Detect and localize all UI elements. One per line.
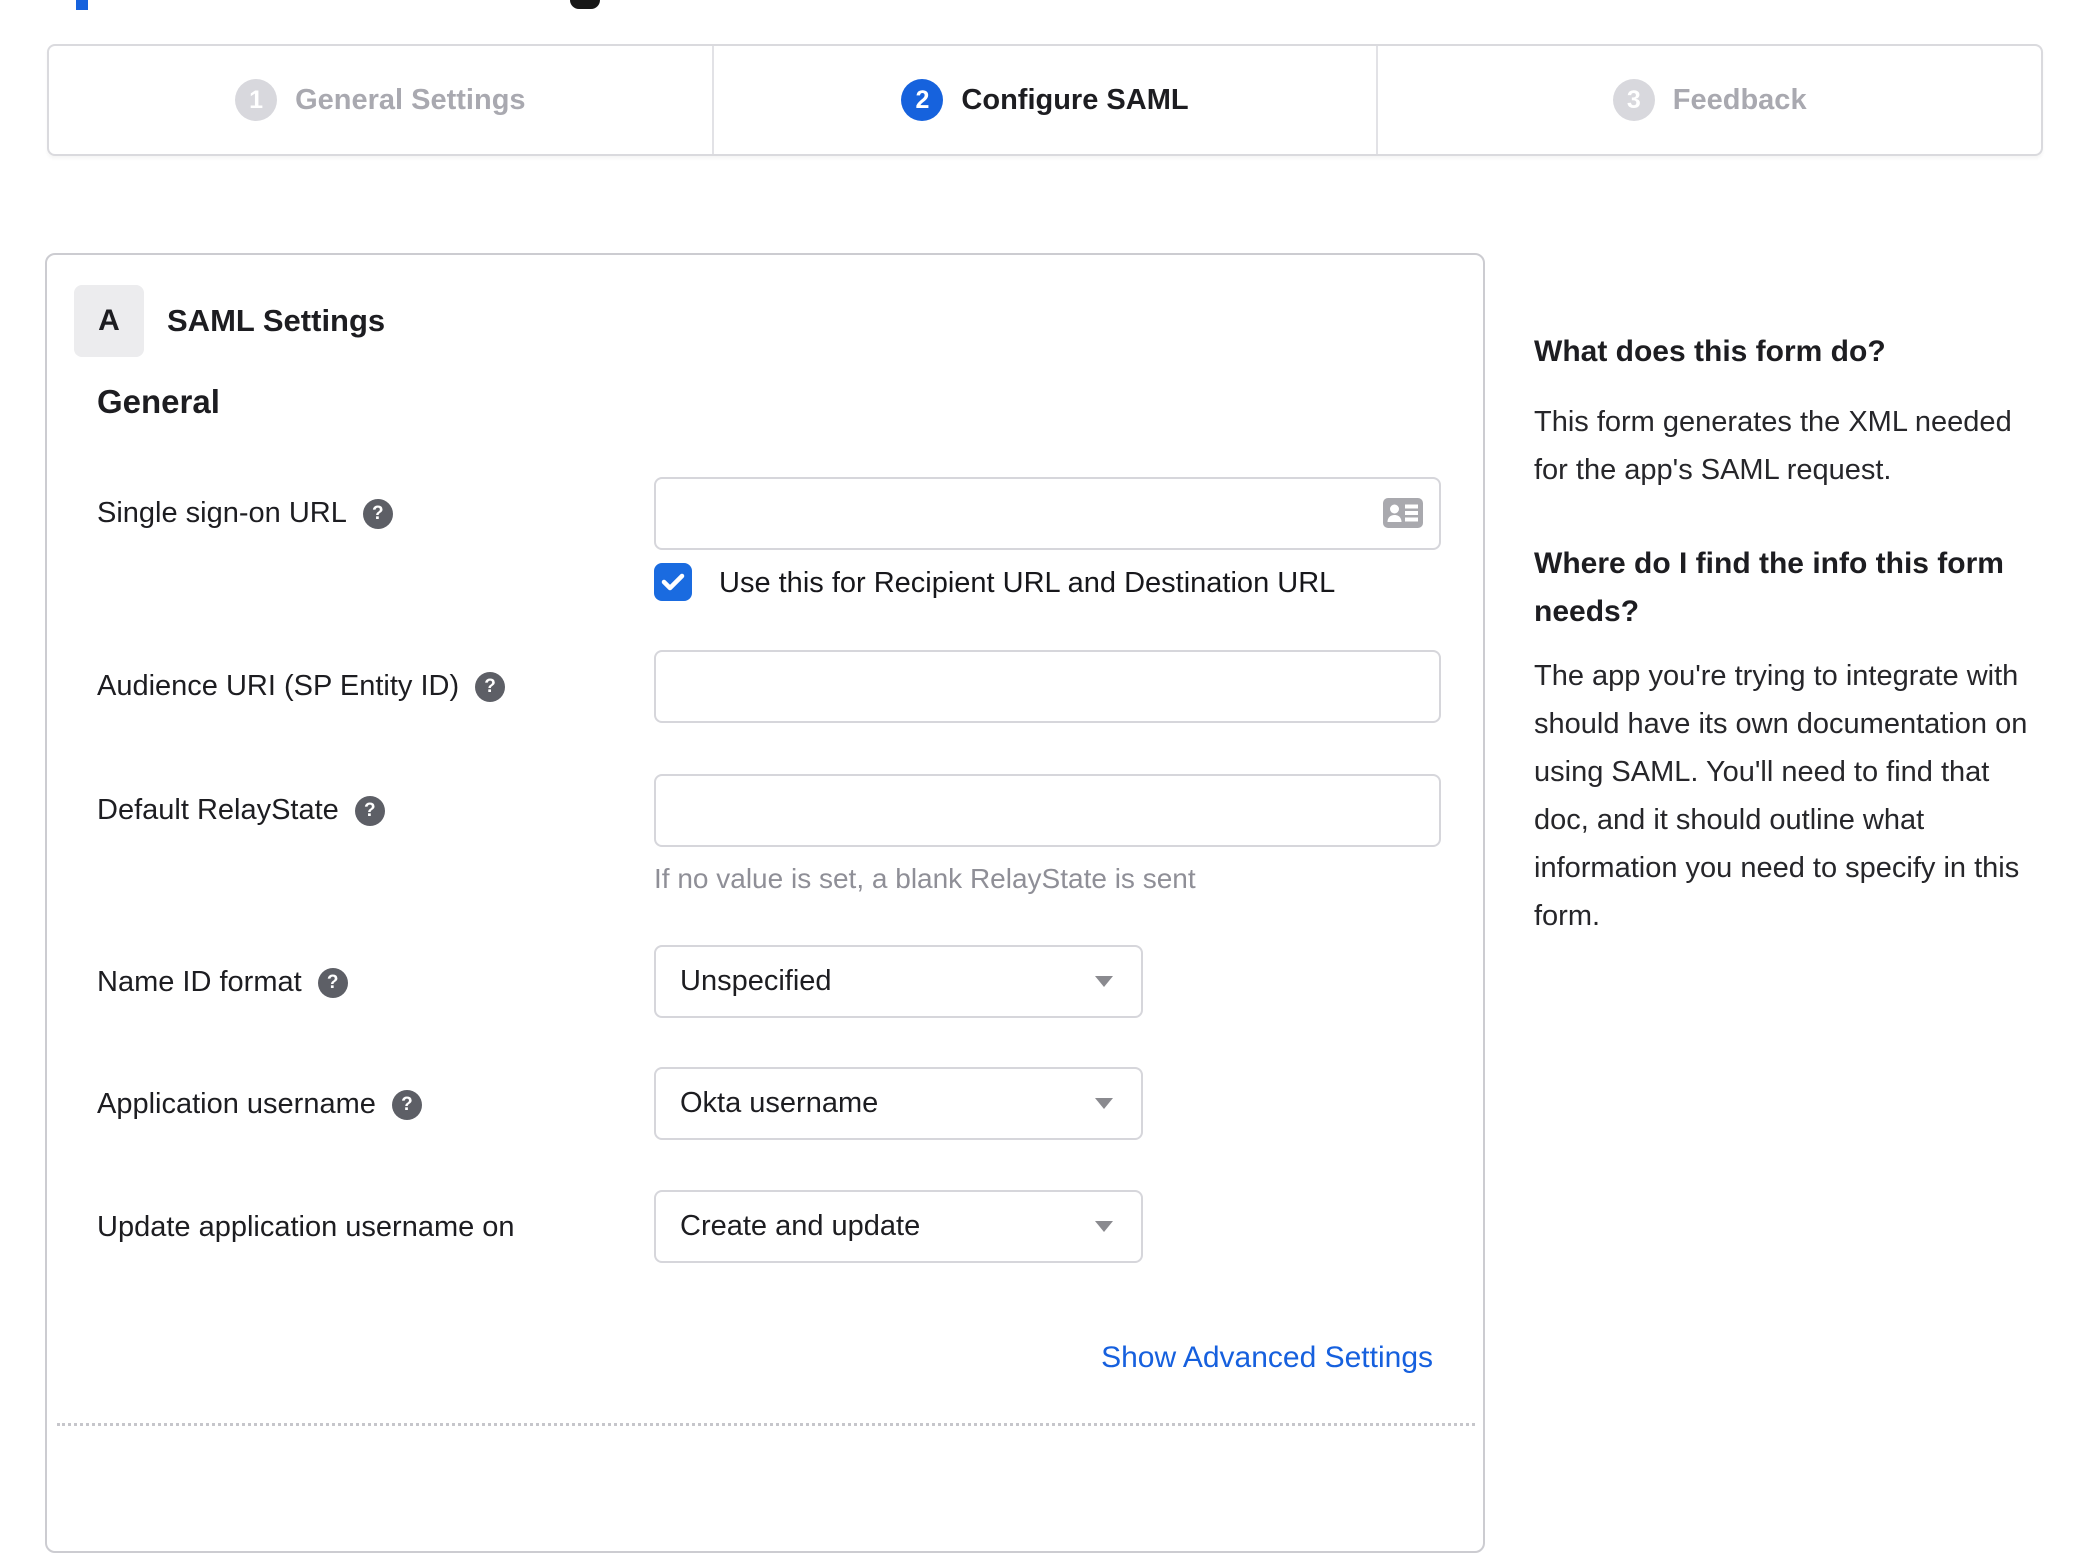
audience-uri-label: Audience URI (SP Entity ID) bbox=[97, 670, 460, 702]
checkmark-icon bbox=[661, 573, 685, 591]
step-2-label: Configure SAML bbox=[961, 83, 1189, 116]
sidebar-question-1: What does this form do? bbox=[1534, 335, 1886, 368]
section-a-badge: A bbox=[74, 285, 144, 357]
update-username-value: Create and update bbox=[680, 1210, 921, 1242]
recipient-url-checkbox[interactable] bbox=[654, 563, 692, 601]
caret-down-icon bbox=[1095, 976, 1113, 987]
caret-down-icon bbox=[1095, 1098, 1113, 1109]
step-feedback[interactable]: 3 Feedback bbox=[1376, 46, 2041, 154]
step-2-circle: 2 bbox=[901, 79, 944, 121]
sso-url-label-row: Single sign-on URL ? bbox=[97, 497, 393, 530]
audience-uri-label-row: Audience URI (SP Entity ID) ? bbox=[97, 670, 506, 703]
configure-saml-page: { "colors": { "accent_blue": "#1662dd", … bbox=[0, 0, 2092, 1553]
recipient-url-checkbox-label[interactable]: Use this for Recipient URL and Destinati… bbox=[719, 567, 1335, 600]
general-group-heading: General bbox=[97, 383, 220, 420]
name-id-format-value: Unspecified bbox=[680, 965, 832, 997]
sidebar-question-2: Where do I find the info this form needs… bbox=[1534, 547, 2004, 628]
relay-state-help-icon[interactable]: ? bbox=[354, 795, 385, 826]
step-configure-saml[interactable]: 2 Configure SAML bbox=[711, 46, 1377, 154]
sso-url-input[interactable] bbox=[654, 477, 1441, 550]
application-username-value: Okta username bbox=[680, 1087, 879, 1119]
name-id-format-label: Name ID format bbox=[97, 966, 302, 998]
name-id-format-select[interactable]: Unspecified bbox=[654, 945, 1143, 1018]
step-3-circle: 3 bbox=[1612, 79, 1655, 121]
sso-url-label: Single sign-on URL bbox=[97, 497, 347, 529]
panel-title: SAML Settings bbox=[167, 303, 386, 338]
relay-state-input[interactable] bbox=[654, 774, 1441, 847]
help-sidebar: What does this form do? This form genera… bbox=[1534, 328, 2050, 940]
caret-down-icon bbox=[1095, 1221, 1113, 1232]
sidebar-answer-1: This form generates the XML needed for t… bbox=[1534, 406, 2012, 486]
cropped-header-fragment-blue bbox=[76, 0, 88, 10]
show-advanced-settings-link[interactable]: Show Advanced Settings bbox=[1101, 1341, 1433, 1375]
step-3-label: Feedback bbox=[1672, 83, 1807, 116]
sidebar-answer-2: The app you're trying to integrate with … bbox=[1534, 660, 2028, 932]
name-id-format-label-row: Name ID format ? bbox=[97, 966, 348, 999]
audience-uri-input[interactable] bbox=[654, 650, 1441, 723]
contact-card-icon[interactable] bbox=[1383, 498, 1423, 528]
name-id-format-help-icon[interactable]: ? bbox=[317, 967, 348, 998]
wizard-stepper: 1 General Settings 2 Configure SAML 3 Fe… bbox=[47, 44, 2043, 156]
application-username-help-icon[interactable]: ? bbox=[391, 1089, 422, 1120]
step-1-label: General Settings bbox=[295, 83, 526, 116]
audience-uri-help-icon[interactable]: ? bbox=[475, 671, 506, 702]
relay-state-hint: If no value is set, a blank RelayState i… bbox=[654, 863, 1196, 894]
sso-url-help-icon[interactable]: ? bbox=[362, 498, 393, 529]
update-username-select[interactable]: Create and update bbox=[654, 1190, 1143, 1263]
relay-state-label-row: Default RelayState ? bbox=[97, 794, 385, 827]
application-username-select[interactable]: Okta username bbox=[654, 1067, 1143, 1140]
application-username-label: Application username bbox=[97, 1088, 376, 1120]
cropped-header-fragment-black bbox=[570, 0, 600, 9]
update-username-label-row: Update application username on bbox=[97, 1211, 515, 1244]
application-username-label-row: Application username ? bbox=[97, 1088, 422, 1121]
step-1-circle: 1 bbox=[235, 79, 278, 121]
update-username-label: Update application username on bbox=[97, 1211, 515, 1243]
relay-state-label: Default RelayState bbox=[97, 794, 339, 826]
step-general-settings[interactable]: 1 General Settings bbox=[49, 46, 712, 154]
saml-settings-panel: A SAML Settings General Single sign-on U… bbox=[45, 253, 1485, 1553]
